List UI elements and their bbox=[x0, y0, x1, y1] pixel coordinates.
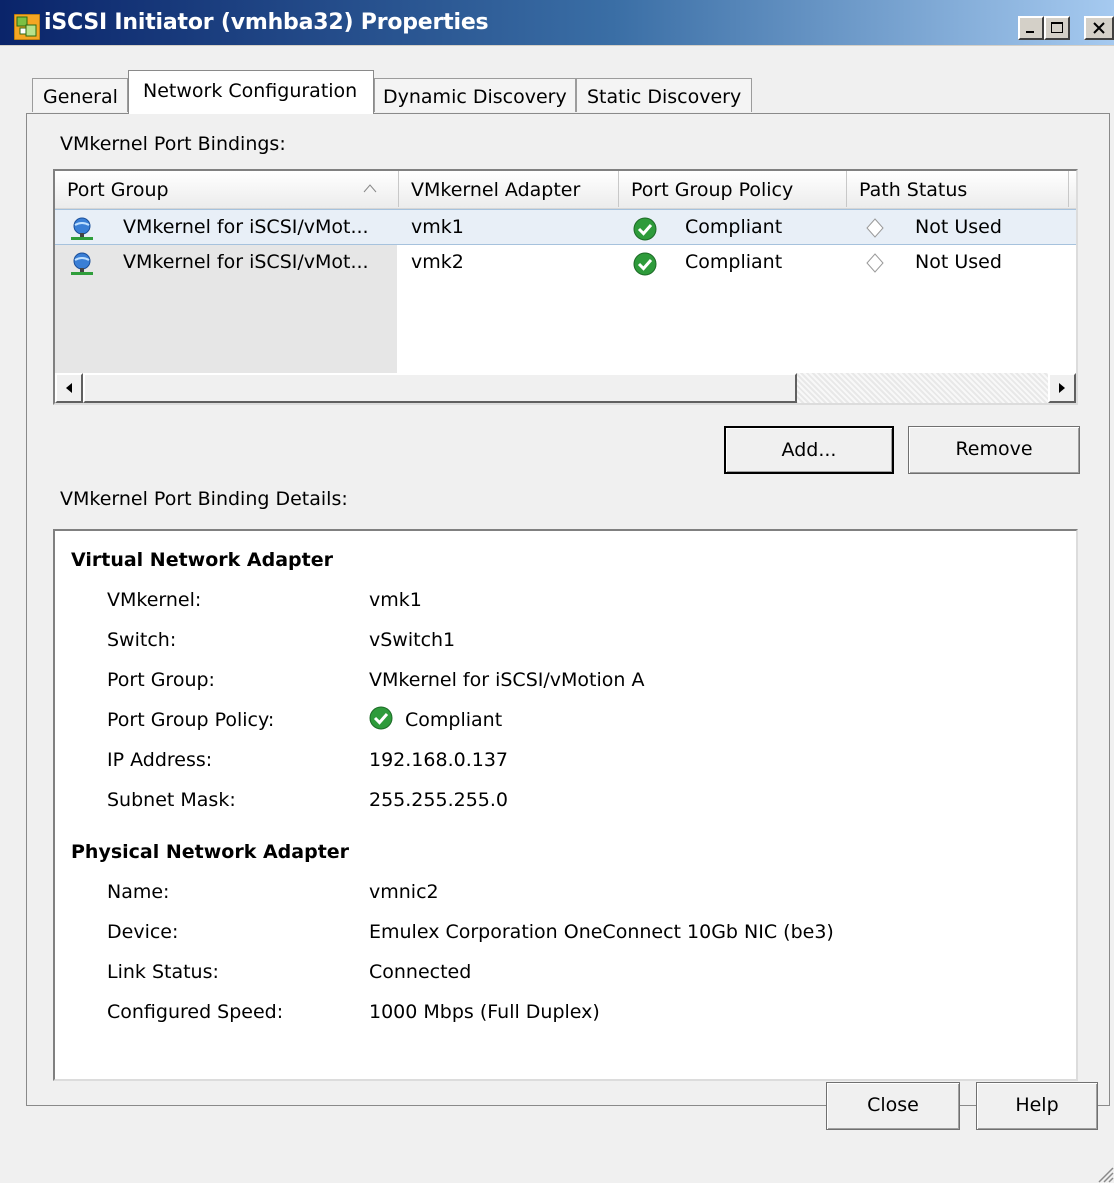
maximize-icon bbox=[1051, 22, 1063, 33]
vmkernel-adapter-cell: vmk1 bbox=[411, 216, 464, 238]
virtual-adapter-heading: Virtual Network Adapter bbox=[71, 549, 333, 571]
details-section-label: VMkernel Port Binding Details: bbox=[60, 488, 348, 510]
column-header-port-group[interactable]: Port Group bbox=[55, 171, 399, 207]
port-group-label: Port Group: bbox=[107, 669, 215, 691]
port-group-policy-label: Port Group Policy: bbox=[107, 709, 275, 731]
minimize-icon bbox=[1026, 31, 1034, 33]
properties-dialog: iSCSI Initiator (vmhba32) Properties Gen… bbox=[0, 0, 1114, 1183]
tab-network-configuration[interactable]: Network Configuration bbox=[128, 70, 374, 114]
app-icon bbox=[14, 14, 40, 40]
vmkernel-label: VMkernel: bbox=[107, 589, 202, 611]
resize-grip-icon[interactable] bbox=[1094, 1163, 1114, 1183]
compliant-check-icon bbox=[369, 706, 393, 730]
network-adapter-icon bbox=[71, 217, 93, 240]
tab-static-discovery[interactable]: Static Discovery bbox=[576, 78, 752, 112]
vmkernel-adapter-cell: vmk2 bbox=[411, 251, 464, 273]
network-adapter-icon bbox=[71, 252, 93, 275]
physical-adapter-heading: Physical Network Adapter bbox=[71, 841, 350, 863]
subnet-mask-label: Subnet Mask: bbox=[107, 789, 236, 811]
list-header: Port Group VMkernel Adapter Port Group P… bbox=[55, 171, 1076, 209]
port-bindings-list[interactable]: Port Group VMkernel Adapter Port Group P… bbox=[53, 169, 1078, 405]
scrollbar-thumb[interactable] bbox=[83, 373, 797, 403]
add-button[interactable]: Add... bbox=[724, 426, 894, 474]
scroll-right-button[interactable] bbox=[1048, 373, 1076, 403]
close-button[interactable]: Close bbox=[826, 1082, 960, 1130]
name-value: vmnic2 bbox=[369, 881, 439, 903]
device-label: Device: bbox=[107, 921, 179, 943]
window-title: iSCSI Initiator (vmhba32) Properties bbox=[44, 10, 489, 35]
switch-value: vSwitch1 bbox=[369, 629, 456, 651]
binding-details-panel: Virtual Network Adapter VMkernel: vmk1 S… bbox=[53, 529, 1078, 1081]
port-group-cell: VMkernel for iSCSI/vMot... bbox=[123, 251, 369, 273]
horizontal-scrollbar[interactable] bbox=[55, 373, 1076, 403]
name-label: Name: bbox=[107, 881, 170, 903]
table-row[interactable]: VMkernel for iSCSI/vMot... vmk2 Complian… bbox=[55, 245, 1076, 281]
ip-address-label: IP Address: bbox=[107, 749, 213, 771]
link-status-label: Link Status: bbox=[107, 961, 219, 983]
sort-up-icon bbox=[363, 184, 377, 193]
tab-dynamic-discovery[interactable]: Dynamic Discovery bbox=[374, 78, 576, 112]
arrow-left-icon bbox=[66, 383, 72, 393]
bindings-section-label: VMkernel Port Bindings: bbox=[60, 133, 286, 155]
port-group-value: VMkernel for iSCSI/vMotion A bbox=[369, 669, 645, 691]
diamond-icon bbox=[866, 253, 884, 273]
column-header-vmkernel-adapter[interactable]: VMkernel Adapter bbox=[399, 171, 619, 207]
path-status-cell: Not Used bbox=[915, 251, 1002, 273]
link-status-value: Connected bbox=[369, 961, 472, 983]
diamond-icon bbox=[866, 218, 884, 238]
configured-speed-label: Configured Speed: bbox=[107, 1001, 284, 1023]
device-value: Emulex Corporation OneConnect 10Gb NIC (… bbox=[369, 921, 834, 943]
vmkernel-value: vmk1 bbox=[369, 589, 422, 611]
policy-cell: Compliant bbox=[685, 216, 783, 238]
subnet-mask-value: 255.255.255.0 bbox=[369, 789, 509, 811]
help-button[interactable]: Help bbox=[976, 1082, 1098, 1130]
compliant-check-icon bbox=[633, 252, 657, 276]
port-group-cell: VMkernel for iSCSI/vMot... bbox=[123, 216, 369, 238]
port-group-policy-value: Compliant bbox=[405, 709, 503, 731]
ip-address-value: 192.168.0.137 bbox=[369, 749, 509, 771]
path-status-cell: Not Used bbox=[915, 216, 1002, 238]
configured-speed-value: 1000 Mbps (Full Duplex) bbox=[369, 1001, 600, 1023]
close-icon bbox=[1093, 22, 1105, 34]
scroll-left-button[interactable] bbox=[55, 373, 83, 403]
table-row[interactable]: VMkernel for iSCSI/vMot... vmk1 Complian… bbox=[55, 209, 1076, 245]
column-header-label: Port Group bbox=[67, 179, 169, 201]
arrow-right-icon bbox=[1059, 383, 1065, 393]
window-close-button[interactable] bbox=[1084, 16, 1114, 40]
tab-general[interactable]: General bbox=[32, 78, 128, 112]
switch-label: Switch: bbox=[107, 629, 177, 651]
policy-cell: Compliant bbox=[685, 251, 783, 273]
column-header-path-status[interactable]: Path Status bbox=[847, 171, 1069, 207]
compliant-check-icon bbox=[633, 217, 657, 241]
title-bar[interactable]: iSCSI Initiator (vmhba32) Properties bbox=[0, 0, 1114, 46]
column-header-port-group-policy[interactable]: Port Group Policy bbox=[619, 171, 847, 207]
minimize-button[interactable] bbox=[1018, 16, 1044, 40]
remove-button[interactable]: Remove bbox=[908, 426, 1080, 474]
maximize-button[interactable] bbox=[1044, 16, 1070, 40]
